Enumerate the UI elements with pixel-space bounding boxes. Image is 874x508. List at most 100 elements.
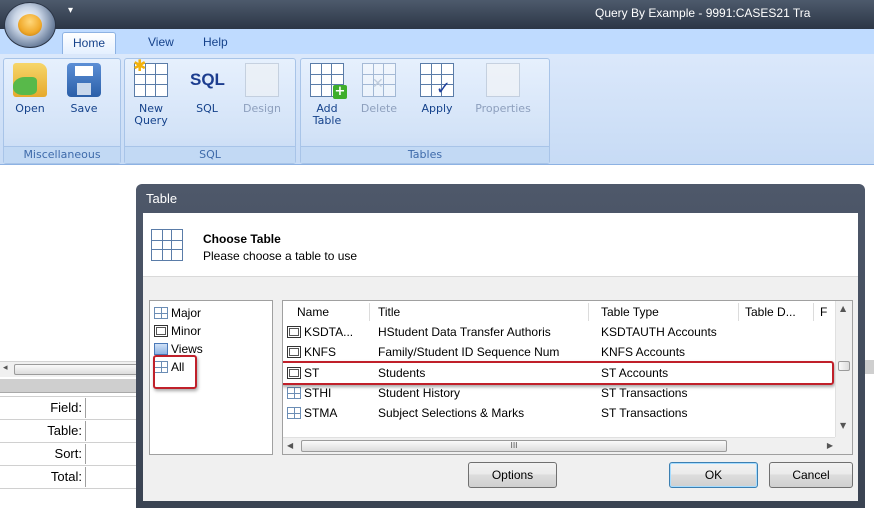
save-button[interactable]: Save bbox=[64, 63, 104, 115]
table-icon bbox=[287, 346, 301, 358]
table-list: Name Title Table Type Table D... F KSDTA… bbox=[282, 300, 853, 455]
dialog-header: Choose Table Please choose a table to us… bbox=[143, 213, 858, 277]
column-header-f[interactable]: F bbox=[820, 305, 827, 319]
sql-label: SQL bbox=[196, 102, 218, 115]
grid-row-table: Table: bbox=[0, 421, 86, 441]
category-item-minor[interactable]: Minor bbox=[154, 323, 201, 340]
row-title: Student History bbox=[378, 386, 461, 400]
table-list-horizontal-scrollbar[interactable]: ◀ III ▶ bbox=[283, 437, 837, 454]
table-icon bbox=[154, 325, 168, 337]
design-label: Design bbox=[243, 102, 281, 115]
table-icon bbox=[287, 407, 301, 419]
group-sql: ✱ New Query SQL SQL Design SQL bbox=[124, 58, 296, 164]
scrollbar-thumb[interactable] bbox=[14, 364, 138, 375]
options-button[interactable]: Options bbox=[468, 462, 557, 488]
ribbon-tabs: Home View Help bbox=[0, 29, 874, 55]
cancel-button[interactable]: Cancel bbox=[769, 462, 853, 488]
category-label: Minor bbox=[171, 324, 202, 338]
delete-table-icon: ✕ bbox=[362, 63, 396, 97]
row-name: KSDTA... bbox=[304, 325, 354, 339]
window-title: Query By Example - 9991:CASES21 Tra bbox=[595, 6, 811, 20]
apply-button[interactable]: ✓ Apply bbox=[417, 63, 457, 115]
grid-row-divider bbox=[0, 465, 138, 466]
table-list-vertical-scrollbar[interactable]: ▲ ▼ bbox=[835, 301, 852, 438]
dialog-header-subtitle: Please choose a table to use bbox=[203, 249, 358, 263]
design-button[interactable]: Design bbox=[235, 63, 289, 115]
table-icon bbox=[287, 326, 301, 338]
properties-label: Properties bbox=[475, 102, 531, 115]
workspace-horizontal-scrollbar[interactable]: ◂ bbox=[0, 361, 138, 377]
right-workspace-edge bbox=[865, 165, 874, 508]
choose-table-dialog: Table Choose Table Please choose a table… bbox=[136, 184, 865, 508]
tab-home[interactable]: Home bbox=[62, 32, 117, 55]
new-query-icon: ✱ bbox=[133, 58, 168, 97]
dialog-body: Choose Table Please choose a table to us… bbox=[143, 213, 858, 501]
grid-row-divider bbox=[0, 396, 138, 397]
application-menu-button[interactable] bbox=[4, 2, 56, 48]
grid-header-strip bbox=[0, 379, 138, 393]
column-divider bbox=[588, 303, 589, 321]
row-type: ST Transactions bbox=[601, 386, 688, 400]
scroll-right-icon[interactable]: ▶ bbox=[827, 441, 833, 450]
new-query-label-2: Query bbox=[134, 114, 168, 127]
column-header-table-type[interactable]: Table Type bbox=[601, 305, 659, 319]
ribbon: Open Save Miscellaneous ✱ New Query SQL … bbox=[0, 54, 874, 165]
delete-label: Delete bbox=[360, 102, 398, 115]
ok-button[interactable]: OK bbox=[669, 462, 758, 488]
table-grid-icon bbox=[151, 229, 183, 261]
sql-icon: SQL bbox=[190, 70, 225, 89]
properties-button[interactable]: Properties bbox=[467, 63, 539, 115]
add-table-button[interactable]: + Add Table bbox=[307, 63, 347, 127]
scrollbar-thumb[interactable] bbox=[838, 361, 850, 371]
table-icon bbox=[287, 387, 301, 399]
row-name: STMA bbox=[304, 406, 338, 420]
scrollbar-corner bbox=[835, 437, 852, 454]
column-divider bbox=[369, 303, 370, 321]
scroll-left-icon[interactable]: ◀ bbox=[287, 441, 293, 450]
row-type: KNFS Accounts bbox=[601, 345, 686, 359]
apply-label: Apply bbox=[421, 102, 453, 115]
properties-icon bbox=[486, 63, 520, 97]
dialog-header-title: Choose Table bbox=[203, 232, 281, 246]
grid-row-total: Total: bbox=[0, 467, 86, 487]
open-button[interactable]: Open bbox=[10, 63, 50, 115]
grid-row-divider bbox=[0, 488, 138, 489]
grid-header-strip bbox=[865, 360, 874, 374]
design-icon bbox=[245, 63, 279, 97]
views-icon bbox=[154, 343, 168, 355]
scrollbar-thumb[interactable]: III bbox=[301, 440, 727, 452]
new-query-button[interactable]: ✱ New Query bbox=[131, 58, 171, 127]
scroll-left-icon[interactable]: ◂ bbox=[3, 363, 8, 373]
category-item-major[interactable]: Major bbox=[154, 305, 201, 322]
column-header-title[interactable]: Title bbox=[378, 305, 400, 319]
quick-access-dropdown-icon[interactable]: ▾ bbox=[68, 5, 73, 16]
highlight-box-all bbox=[153, 355, 197, 389]
row-title: Subject Selections & Marks bbox=[378, 406, 525, 420]
column-header-table-desc[interactable]: Table D... bbox=[745, 305, 796, 319]
open-folder-icon bbox=[13, 63, 47, 97]
grid-row-field: Field: bbox=[0, 398, 86, 418]
column-header-name[interactable]: Name bbox=[297, 305, 329, 319]
orb-logo-icon bbox=[18, 14, 42, 36]
scroll-up-icon[interactable]: ▲ bbox=[840, 304, 846, 313]
group-label-tables: Tables bbox=[301, 146, 549, 163]
tab-view[interactable]: View bbox=[148, 35, 174, 49]
grid-row-sort: Sort: bbox=[0, 444, 86, 464]
column-divider bbox=[738, 303, 739, 321]
grid-row-divider bbox=[0, 442, 138, 443]
group-tables: + Add Table ✕ Delete ✓ Apply Properties … bbox=[300, 58, 550, 164]
row-title: Family/Student ID Sequence Num bbox=[378, 345, 560, 359]
highlight-box-st-row bbox=[283, 361, 834, 385]
scroll-down-icon[interactable]: ▼ bbox=[840, 421, 846, 430]
open-label: Open bbox=[15, 102, 45, 115]
title-bar: ▾ Query By Example - 9991:CASES21 Tra bbox=[0, 0, 874, 29]
delete-button[interactable]: ✕ Delete bbox=[357, 63, 401, 115]
grid-row-divider bbox=[0, 419, 138, 420]
sql-button[interactable]: SQL SQL bbox=[185, 63, 229, 115]
column-divider bbox=[813, 303, 814, 321]
save-label: Save bbox=[70, 102, 98, 115]
tab-help[interactable]: Help bbox=[203, 35, 228, 49]
apply-check-icon: ✓ bbox=[420, 63, 454, 98]
category-label: Views bbox=[171, 342, 203, 356]
group-label-miscellaneous: Miscellaneous bbox=[4, 146, 120, 163]
